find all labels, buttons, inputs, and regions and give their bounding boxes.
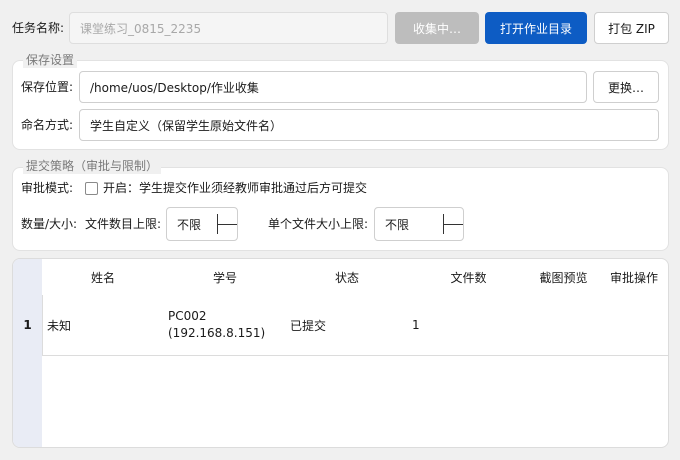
open-homework-dir-button[interactable]: 打开作业目录 [485,12,587,44]
policy-title: 提交策略（审批与限制） [23,158,162,174]
naming-mode-select[interactable]: 学生自定义（保留学生原始文件名） [79,109,659,141]
column-header-status[interactable]: 状态 [286,259,408,295]
table-cell-status[interactable]: 已提交 [286,295,417,356]
file-count-limit-spinbox[interactable]: 不限 [166,207,238,241]
column-header-id[interactable]: 学号 [164,259,286,295]
spinbox-arrows-icon[interactable] [443,208,463,240]
file-size-limit-label: 单个文件大小上限: [268,217,369,231]
row-index[interactable]: 1 [13,295,42,355]
file-count-limit-value: 不限 [177,217,202,232]
table-cell-name[interactable]: 未知 [42,295,174,356]
file-count: 1 [412,318,420,332]
task-name-label: 任务名称: [12,21,65,35]
file-count-limit-label: 文件数目上限: [85,217,162,231]
collecting-button[interactable]: 收集中… [395,12,479,44]
student-ip: (192.168.8.151) [168,326,266,340]
file-size-limit-value: 不限 [385,217,410,232]
save-settings-title: 保存设置 [23,52,78,68]
naming-mode-value: 学生自定义（保留学生原始文件名） [90,118,283,133]
student-id: PC002 [168,309,207,323]
spinbox-arrows-icon[interactable] [217,208,237,240]
table-cell-files[interactable]: 1 [408,295,538,356]
table-cell-id[interactable]: PC002 (192.168.8.151) [164,295,295,356]
task-name-input[interactable]: 课堂练习_0815_2235 [69,12,388,44]
table-corner [13,259,42,295]
pack-zip-button[interactable]: 打包 ZIP [594,12,669,44]
save-location-label: 保存位置: [21,80,74,94]
column-header-action[interactable]: 审批操作 [598,259,668,295]
column-header-preview[interactable]: 截图预览 [529,259,598,295]
submission-status: 已提交 [290,318,327,333]
naming-mode-label: 命名方式: [21,118,74,132]
table-cell-preview[interactable] [529,295,607,356]
save-location-input[interactable]: /home/uos/Desktop/作业收集 [79,71,587,103]
approval-mode-label: 审批模式: [21,181,74,195]
column-header-files[interactable]: 文件数 [408,259,529,295]
submission-table: 姓名 学号 状态 文件数 截图预览 审批操作 1 未知 PC002 (192.1… [12,258,669,448]
task-name-value: 课堂练习_0815_2235 [80,21,202,36]
save-location-value: /home/uos/Desktop/作业收集 [90,80,259,95]
change-location-button[interactable]: 更换… [593,71,659,103]
approval-checkbox-text: 开启：学生提交作业须经教师审批通过后方可提交 [103,181,368,195]
approval-checkbox[interactable] [85,182,98,195]
table-cell-action[interactable] [598,295,668,356]
student-name: 未知 [47,318,72,333]
column-header-name[interactable]: 姓名 [42,259,164,295]
quantity-size-label: 数量/大小: [21,217,78,231]
file-size-limit-spinbox[interactable]: 不限 [374,207,464,241]
